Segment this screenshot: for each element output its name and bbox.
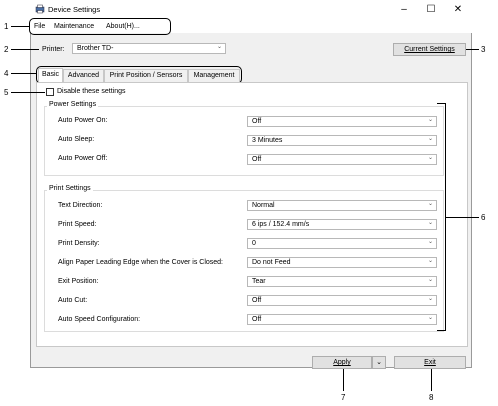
chevron-down-icon: ⌄: [427, 296, 433, 302]
power-row-label: Auto Sleep:: [58, 136, 95, 143]
minimize-button[interactable]: –: [394, 3, 414, 16]
callout-line-5: [11, 92, 45, 93]
current-settings-button[interactable]: Current Settings: [393, 43, 466, 56]
print-row-value: Off: [252, 297, 262, 304]
exit-label: Exit: [424, 359, 436, 366]
auto-power-on-select[interactable]: Off ⌄: [247, 116, 437, 127]
power-row-value: Off: [252, 118, 262, 125]
power-row-value: 3 Minutes: [252, 137, 283, 144]
callout-line-2: [11, 49, 39, 50]
callout-2: 2: [4, 45, 9, 54]
print-settings-title: Print Settings: [47, 185, 93, 192]
callout-7: 7: [341, 393, 346, 402]
apply-label: Apply: [333, 359, 351, 366]
align-paper-select[interactable]: Do not Feed ⌄: [247, 257, 437, 268]
callout-3: 3: [481, 45, 486, 54]
callout-8: 8: [429, 393, 434, 402]
callout-line-3: [466, 49, 479, 50]
apply-dropdown-button[interactable]: ⌄: [372, 356, 386, 369]
window-title: Device Settings: [48, 5, 101, 14]
callout-line-4: [11, 73, 36, 74]
print-row-value: Do not Feed: [252, 259, 291, 266]
callout-bracket-bottom: [437, 330, 446, 331]
chevron-down-icon: ⌄: [427, 315, 433, 321]
chevron-down-icon: ⌄: [427, 117, 433, 123]
chevron-down-icon: ⌄: [427, 277, 433, 283]
power-settings-title: Power Settings: [47, 101, 99, 108]
exit-position-select[interactable]: Tear ⌄: [247, 276, 437, 287]
power-row-label: Auto Power On:: [58, 117, 108, 124]
print-row-label: Print Speed:: [58, 221, 97, 228]
auto-cut-select[interactable]: Off ⌄: [247, 295, 437, 306]
callout-frame-menu: [29, 18, 171, 35]
maximize-button[interactable]: ☐: [421, 3, 441, 16]
print-row-label: Auto Speed Configuration:: [58, 316, 141, 323]
callout-1: 1: [4, 22, 9, 31]
power-row-label: Auto Power Off:: [58, 155, 108, 162]
auto-power-off-select[interactable]: Off ⌄: [247, 154, 437, 165]
chevron-down-icon: ⌄: [427, 155, 433, 161]
print-row-value: 0: [252, 240, 256, 247]
power-row-value: Off: [252, 156, 262, 163]
current-settings-label: Current Settings: [404, 46, 455, 53]
callout-line-8: [431, 369, 432, 391]
print-density-select[interactable]: 0 ⌄: [247, 238, 437, 249]
chevron-down-icon: ⌄: [376, 359, 382, 366]
print-row-label: Text Direction:: [58, 202, 103, 209]
callout-line-1: [11, 26, 29, 27]
printer-icon: [35, 4, 45, 14]
chevron-down-icon: ⌄: [427, 258, 433, 264]
print-row-value: 6 ips / 152.4 mm/s: [252, 221, 310, 228]
print-row-label: Exit Position:: [58, 278, 99, 285]
disable-settings-label: Disable these settings: [57, 88, 126, 95]
print-row-value: Off: [252, 316, 262, 323]
print-row-label: Align Paper Leading Edge when the Cover …: [58, 259, 223, 266]
disable-settings-checkbox[interactable]: [46, 88, 54, 96]
printer-select[interactable]: Brother TD- ⌄: [72, 43, 226, 54]
text-direction-select[interactable]: Normal ⌄: [247, 200, 437, 211]
print-row-label: Print Density:: [58, 240, 100, 247]
auto-speed-config-select[interactable]: Off ⌄: [247, 314, 437, 325]
print-row-value: Normal: [252, 202, 275, 209]
printer-label: Printer:: [42, 46, 65, 53]
chevron-down-icon: ⌄: [427, 239, 433, 245]
print-speed-select[interactable]: 6 ips / 152.4 mm/s ⌄: [247, 219, 437, 230]
chevron-down-icon: ⌄: [427, 201, 433, 207]
print-row-label: Auto Cut:: [58, 297, 88, 304]
callout-line-7: [343, 369, 344, 391]
callout-4: 4: [4, 69, 9, 78]
callout-5: 5: [4, 88, 9, 97]
apply-button[interactable]: Apply: [312, 356, 372, 369]
chevron-down-icon: ⌄: [427, 220, 433, 226]
callout-line-6: [446, 217, 479, 218]
callout-6: 6: [481, 213, 486, 222]
chevron-down-icon: ⌄: [427, 136, 433, 142]
chevron-down-icon: ⌄: [216, 44, 222, 50]
printer-value: Brother TD-: [77, 45, 114, 52]
print-row-value: Tear: [252, 278, 266, 285]
auto-sleep-select[interactable]: 3 Minutes ⌄: [247, 135, 437, 146]
close-button[interactable]: ✕: [448, 3, 468, 16]
exit-button[interactable]: Exit: [394, 356, 466, 369]
